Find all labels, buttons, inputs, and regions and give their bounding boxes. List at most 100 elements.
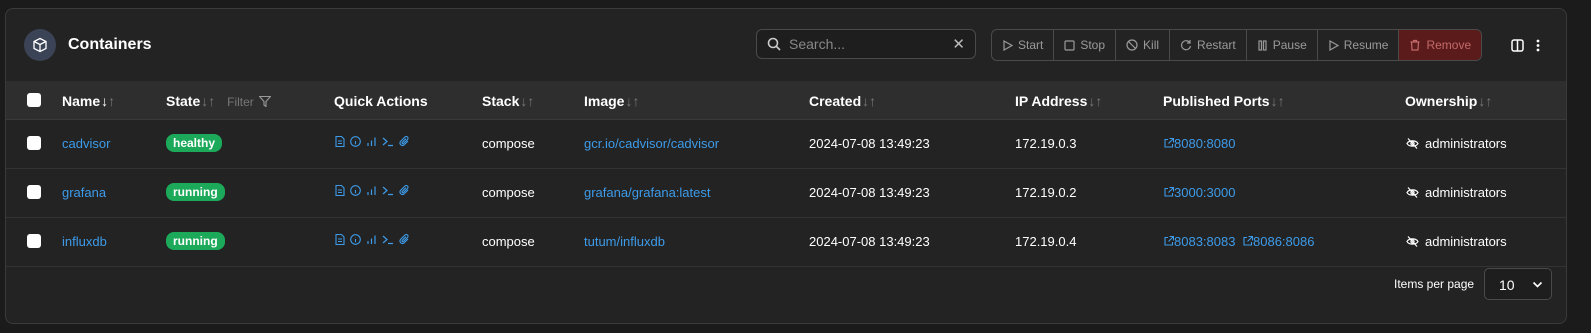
console-icon[interactable] — [382, 136, 394, 147]
logs-icon[interactable] — [335, 185, 345, 196]
external-link-icon — [1164, 235, 1175, 246]
panel-header: Containers ✕ Start Stop Kill — [6, 9, 1566, 81]
console-icon[interactable] — [382, 185, 394, 196]
attach-icon[interactable] — [399, 136, 410, 147]
port-label: 8086:8086 — [1253, 234, 1315, 249]
sort-icon: ↓↑ — [1088, 93, 1103, 109]
column-name[interactable]: Name↓↑ — [62, 93, 115, 109]
stack-cell: compose — [482, 185, 535, 200]
ownership-label: administrators — [1425, 136, 1507, 151]
row-checkbox[interactable] — [27, 185, 41, 199]
column-created[interactable]: Created↓↑ — [809, 93, 876, 109]
column-quick-actions-label: Quick Actions — [334, 93, 428, 109]
image-link[interactable]: tutum/influxdb — [584, 234, 665, 249]
attach-icon[interactable] — [399, 185, 410, 196]
search-box[interactable]: ✕ — [756, 29, 976, 59]
sort-icon: ↓↑ — [520, 93, 535, 109]
column-name-label: Name — [62, 93, 101, 109]
port-link[interactable]: 8080:8080 — [1164, 136, 1235, 151]
start-label: Start — [1018, 38, 1044, 52]
table-row: influxdb running compose tutum/influxdb … — [6, 217, 1566, 267]
start-button[interactable]: Start — [992, 30, 1055, 60]
logs-icon[interactable] — [335, 234, 345, 245]
container-name-link[interactable]: grafana — [62, 185, 106, 200]
row-checkbox[interactable] — [27, 234, 41, 248]
pause-button[interactable]: Pause — [1247, 30, 1318, 60]
image-link[interactable]: grafana/grafana:latest — [584, 185, 710, 200]
port-link[interactable]: 8086:8086 — [1243, 234, 1314, 249]
inspect-icon[interactable] — [350, 185, 361, 196]
port-link[interactable]: 3000:3000 — [1164, 185, 1235, 200]
kill-button[interactable]: Kill — [1116, 30, 1171, 60]
search-input[interactable] — [787, 35, 951, 53]
ownership-cell: administrators — [1406, 234, 1507, 249]
column-ip-address[interactable]: IP Address↓↑ — [1015, 93, 1102, 109]
items-per-page-select[interactable]: 10 — [1484, 268, 1552, 300]
sort-icon: ↓↑ — [1270, 93, 1285, 109]
created-cell: 2024-07-08 13:49:23 — [809, 136, 930, 151]
stack-cell: compose — [482, 136, 535, 151]
remove-button[interactable]: Remove — [1399, 30, 1482, 60]
quick-actions — [335, 234, 410, 245]
stop-button[interactable]: Stop — [1054, 30, 1117, 60]
play-icon — [1329, 39, 1339, 51]
stats-icon[interactable] — [366, 185, 377, 196]
remove-label: Remove — [1426, 38, 1472, 52]
trash-icon — [1410, 39, 1420, 51]
ownership-cell: administrators — [1406, 136, 1507, 151]
container-name-link[interactable]: influxdb — [62, 234, 107, 249]
ip-address-cell: 172.19.0.3 — [1015, 136, 1077, 151]
square-icon — [1064, 39, 1075, 51]
ownership-label: administrators — [1425, 234, 1507, 249]
clear-search-icon[interactable]: ✕ — [952, 35, 965, 53]
ownership-label: administrators — [1425, 185, 1507, 200]
pause-icon — [1258, 39, 1267, 51]
restart-button[interactable]: Restart — [1170, 30, 1247, 60]
image-link[interactable]: gcr.io/cadvisor/cadvisor — [584, 136, 719, 151]
row-checkbox[interactable] — [27, 136, 41, 150]
column-published-ports[interactable]: Published Ports↓↑ — [1163, 93, 1285, 109]
stats-icon[interactable] — [366, 234, 377, 245]
sort-icon: ↓↑ — [101, 93, 116, 109]
more-options-icon[interactable] — [1536, 39, 1540, 57]
kill-label: Kill — [1143, 38, 1160, 52]
logs-icon[interactable] — [335, 136, 345, 147]
restart-label: Restart — [1197, 38, 1236, 52]
sort-icon: ↓↑ — [201, 93, 216, 109]
sort-icon: ↓↑ — [862, 93, 877, 109]
select-all-checkbox[interactable] — [27, 93, 41, 107]
resume-button[interactable]: Resume — [1318, 30, 1400, 60]
stats-icon[interactable] — [366, 136, 377, 147]
play-icon — [1003, 39, 1013, 51]
column-image[interactable]: Image↓↑ — [584, 93, 639, 109]
inspect-icon[interactable] — [350, 136, 361, 147]
inspect-icon[interactable] — [350, 234, 361, 245]
containers-panel: Containers ✕ Start Stop Kill — [5, 8, 1567, 324]
ownership-cell: administrators — [1406, 185, 1507, 200]
cube-icon — [24, 29, 56, 61]
column-stack[interactable]: Stack↓↑ — [482, 93, 534, 109]
port-label: 8080:8080 — [1174, 136, 1236, 151]
container-name-link[interactable]: cadvisor — [62, 136, 110, 151]
column-state[interactable]: State↓↑ Filter — [166, 93, 272, 109]
stop-label: Stop — [1080, 38, 1106, 52]
state-filter[interactable]: Filter — [227, 95, 272, 109]
table-row: grafana running compose grafana/grafana:… — [6, 168, 1566, 218]
status-badge: running — [166, 183, 225, 201]
quick-actions — [335, 136, 410, 147]
refresh-icon — [1181, 40, 1192, 51]
eye-slash-icon — [1406, 138, 1419, 149]
port-link[interactable]: 8083:8083 — [1164, 234, 1235, 249]
created-cell: 2024-07-08 13:49:23 — [809, 234, 930, 249]
container-actions: Start Stop Kill Restart Pause Resume Rem… — [991, 29, 1483, 61]
state-filter-label: Filter — [227, 95, 254, 109]
columns-icon[interactable] — [1511, 39, 1524, 57]
attach-icon[interactable] — [399, 234, 410, 245]
column-ownership[interactable]: Ownership↓↑ — [1405, 93, 1492, 109]
port-label: 8083:8083 — [1174, 234, 1236, 249]
column-created-label: Created — [809, 93, 862, 109]
sort-icon: ↓↑ — [625, 93, 640, 109]
status-badge: healthy — [166, 134, 223, 152]
external-link-icon — [1243, 235, 1254, 246]
console-icon[interactable] — [382, 234, 394, 245]
